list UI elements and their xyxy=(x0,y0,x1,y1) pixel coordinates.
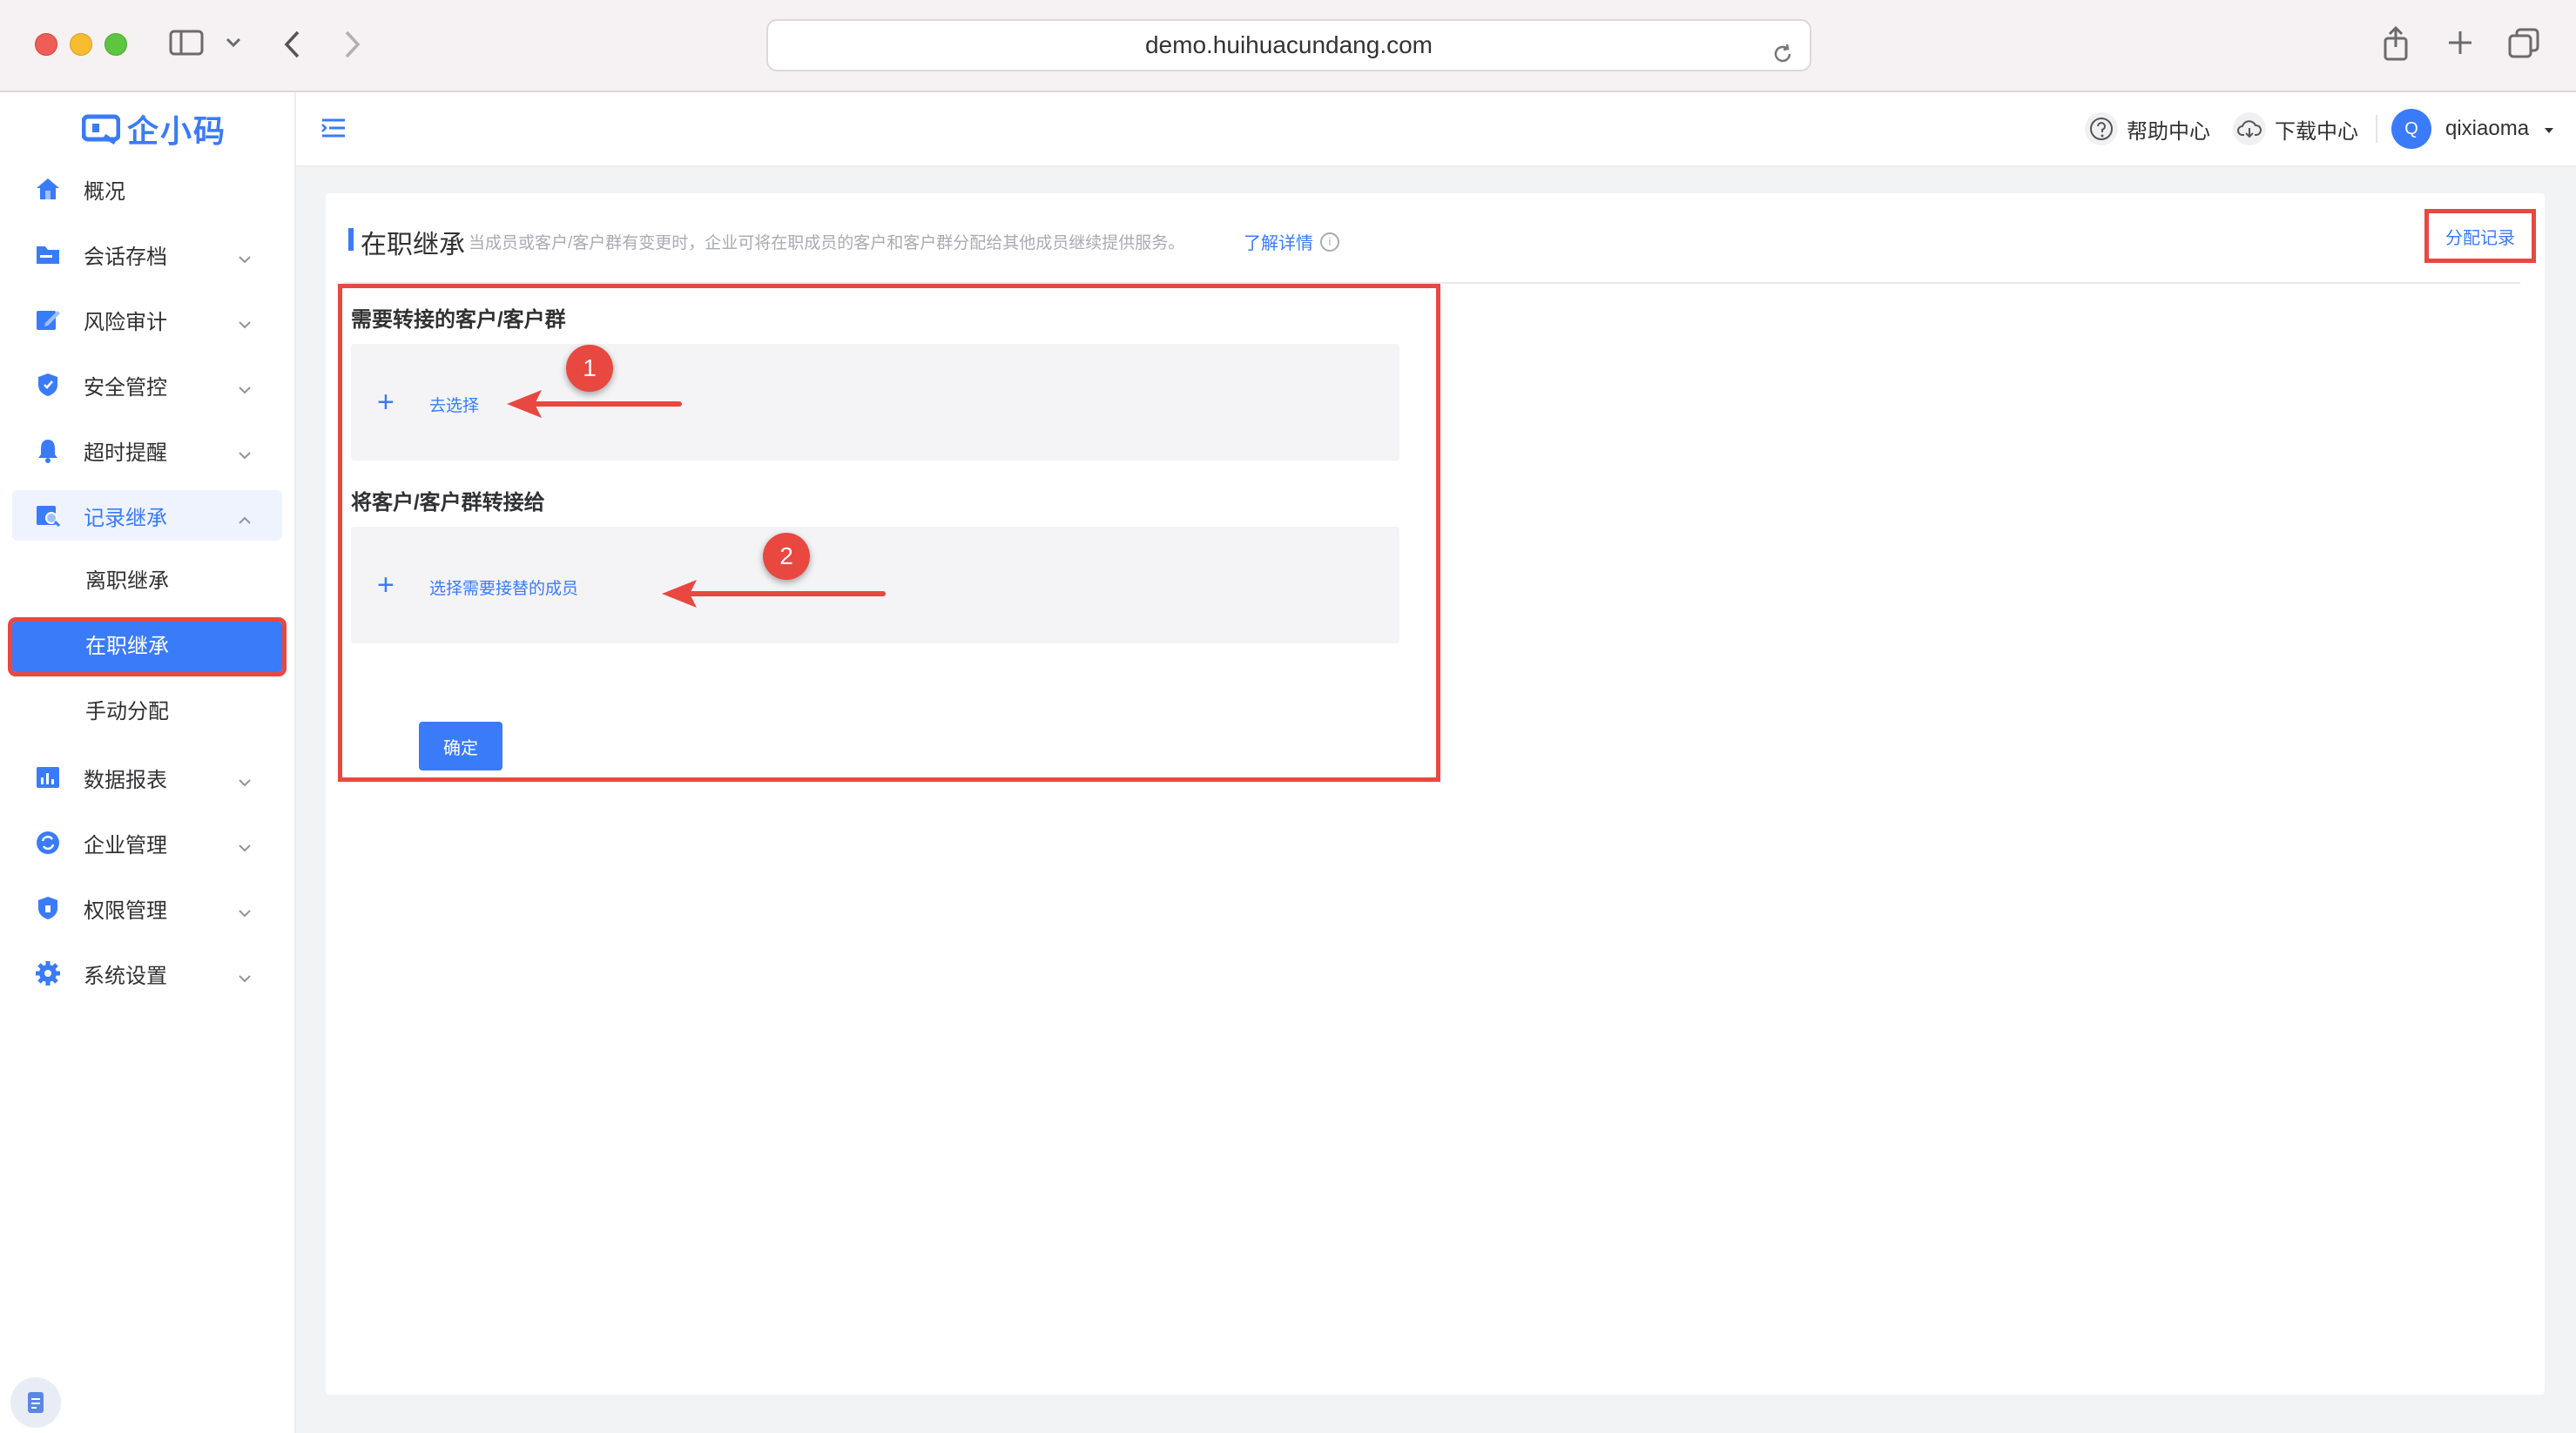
sidebar-item-label: 权限管理 xyxy=(84,898,167,923)
menu-collapse-icon[interactable] xyxy=(320,117,347,144)
question-icon xyxy=(2085,112,2118,145)
header-divider xyxy=(2376,115,2377,143)
chart-icon xyxy=(35,764,61,791)
section2-label: 将客户/客户群转接给 xyxy=(351,491,545,515)
sidebar-item-label: 安全管控 xyxy=(84,375,167,400)
sidebar-item-record-inherit[interactable]: 记录继承 xyxy=(12,490,282,541)
assign-record-link[interactable]: 分配记录 xyxy=(2424,209,2536,263)
sidebar-item-settings[interactable]: 系统设置 xyxy=(12,948,282,999)
close-window-button[interactable] xyxy=(35,33,57,56)
sidebar-item-label: 系统设置 xyxy=(84,964,167,988)
lock-shield-icon xyxy=(35,895,61,921)
plus-icon: + xyxy=(377,568,394,602)
sidebar-subitem-resigned-inherit[interactable]: 离职继承 xyxy=(12,556,282,607)
sidebar-item-data-report[interactable]: 数据报表 xyxy=(12,752,282,803)
learn-more-link[interactable]: 了解详情 i xyxy=(1244,229,1339,254)
learn-more-label: 了解详情 xyxy=(1244,234,1313,253)
sidebar-item-label: 数据报表 xyxy=(84,768,167,792)
url-text: demo.huihuacundang.com xyxy=(1144,31,1433,58)
select-member-label: 选择需要接替的成员 xyxy=(429,580,579,598)
caret-down-icon xyxy=(2543,117,2555,141)
chevron-down-icon xyxy=(237,246,253,271)
sidebar-item-label: 记录继承 xyxy=(84,506,167,530)
chevron-down-icon xyxy=(237,770,253,794)
user-menu[interactable]: Q qixiaoma xyxy=(2391,92,2555,165)
username: qixiaoma xyxy=(2445,117,2530,140)
annotation-badge-1: 1 xyxy=(566,345,613,392)
gear-icon xyxy=(35,960,61,986)
sidebar-item-label: 超时提醒 xyxy=(84,441,167,465)
sidebar-item-permissions[interactable]: 权限管理 xyxy=(12,883,282,933)
sidebar-item-label: 会话存档 xyxy=(84,245,167,269)
address-bar[interactable]: demo.huihuacundang.com xyxy=(766,19,1811,71)
logo[interactable]: 企小码 xyxy=(82,106,226,151)
browser-toolbar: demo.huihuacundang.com xyxy=(0,0,2576,92)
annotation-arrow-2 xyxy=(662,580,886,608)
sidebar-item-label: 风险审计 xyxy=(84,310,167,334)
reload-icon[interactable] xyxy=(1771,33,1794,82)
cloud-download-icon xyxy=(2233,112,2266,145)
sidebar-subitem-active-inherit[interactable]: 在职继承 xyxy=(8,617,287,676)
chevron-down-icon xyxy=(237,442,253,467)
bell-icon xyxy=(35,437,61,463)
annotation-badge-2: 2 xyxy=(763,533,810,580)
select-customers-label: 去选择 xyxy=(429,397,480,415)
sidebar-item-overview[interactable]: 概况 xyxy=(12,164,282,214)
chevron-down-icon xyxy=(237,312,253,336)
chevron-down-icon xyxy=(237,377,253,401)
info-icon: i xyxy=(1320,232,1339,252)
record-icon xyxy=(35,502,61,528)
page-description: 当成员或客户/客户群有变更时，企业可将在职成员的客户和客户群分配给其他成员继续提… xyxy=(469,234,1185,252)
home-icon xyxy=(35,176,61,202)
back-icon[interactable] xyxy=(282,30,301,64)
chevron-down-icon xyxy=(237,965,253,990)
sidebar-item-security[interactable]: 安全管控 xyxy=(12,360,282,410)
shield-icon xyxy=(35,372,61,398)
main-card: 在职继承 当成员或客户/客户群有变更时，企业可将在职成员的客户和客户群分配给其他… xyxy=(326,193,2545,1395)
download-center-link[interactable]: 下载中心 xyxy=(2233,92,2358,165)
annotation-arrow-1 xyxy=(507,390,682,418)
sidebar-toggle-icon[interactable] xyxy=(169,30,204,60)
minimize-window-button[interactable] xyxy=(70,33,92,56)
new-tab-icon[interactable] xyxy=(2447,30,2473,60)
chevron-down-icon xyxy=(237,835,253,859)
transfer-form: 需要转接的客户/客户群 + 去选择 将客户/客户群转接给 + 选择需要接替的成员… xyxy=(338,284,1440,782)
sidebar-subitem-manual-assign[interactable]: 手动分配 xyxy=(12,687,282,737)
help-center-label: 帮助中心 xyxy=(2127,119,2210,144)
sidebar-item-timeout-reminder[interactable]: 超时提醒 xyxy=(12,425,282,475)
tab-overview-icon[interactable] xyxy=(2508,28,2539,64)
logo-icon xyxy=(82,114,120,145)
help-center-link[interactable]: 帮助中心 xyxy=(2085,92,2210,165)
download-center-label: 下载中心 xyxy=(2275,119,2358,144)
chevron-down-icon xyxy=(237,900,253,925)
sidebar-item-label: 概况 xyxy=(84,179,125,204)
forward-icon[interactable] xyxy=(343,30,362,64)
sidebar-item-enterprise[interactable]: 企业管理 xyxy=(12,817,282,868)
top-header: 帮助中心 下载中心 Q qixiaoma xyxy=(296,92,2576,167)
page-title: 在职继承 xyxy=(361,231,465,259)
maximize-window-button[interactable] xyxy=(105,33,127,56)
sidebar-item-label: 企业管理 xyxy=(84,833,167,858)
document-icon[interactable] xyxy=(10,1377,61,1428)
chevron-up-icon xyxy=(237,508,253,532)
avatar: Q xyxy=(2391,109,2431,149)
sidebar-item-chat-archive[interactable]: 会话存档 xyxy=(12,229,282,279)
logo-text: 企小码 xyxy=(127,113,227,149)
sync-icon xyxy=(35,830,61,856)
browser-window: demo.huihuacundang.com 企小码 概况 会话存档 风险审计 … xyxy=(0,0,2576,1433)
sidebar: 企小码 概况 会话存档 风险审计 安全管控 超时提醒 记录继承 离职继承 在职继… xyxy=(0,92,296,1433)
confirm-button[interactable]: 确定 xyxy=(419,722,502,770)
chevron-down-icon[interactable] xyxy=(225,37,242,53)
section1-label: 需要转接的客户/客户群 xyxy=(351,308,566,332)
edit-icon xyxy=(35,306,61,333)
title-accent-bar xyxy=(348,228,354,251)
plus-icon: + xyxy=(377,386,394,419)
sidebar-item-risk-audit[interactable]: 风险审计 xyxy=(12,294,282,345)
folder-icon xyxy=(35,241,61,267)
share-icon[interactable] xyxy=(2383,25,2409,65)
